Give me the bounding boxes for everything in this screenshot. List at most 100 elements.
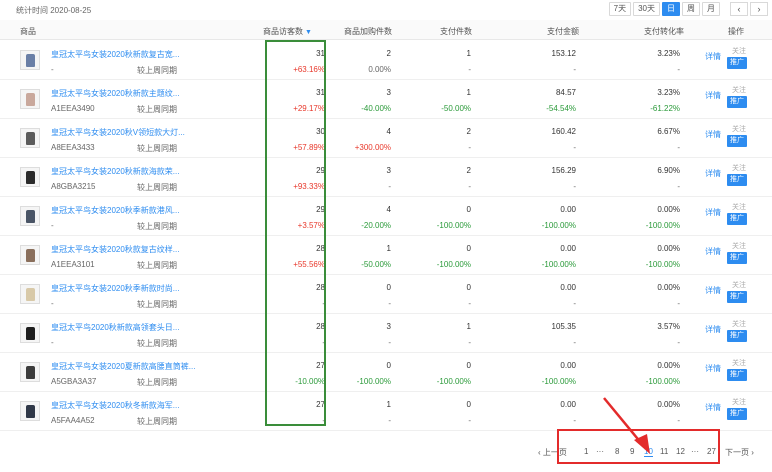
page-12[interactable]: 12 (676, 447, 685, 456)
compare-label: 较上周同期 (137, 183, 177, 192)
page-9[interactable]: 9 (630, 447, 634, 456)
cell-visitors-change: +55.56% (293, 260, 325, 269)
detail-link[interactable]: 详情 (705, 51, 721, 62)
range-day-button[interactable]: 日 (662, 2, 680, 16)
detail-link[interactable]: 详情 (705, 285, 721, 296)
follow-link[interactable]: 关注 (732, 85, 746, 95)
page-ellipsis-right[interactable]: ··· (691, 447, 699, 456)
page-8[interactable]: 8 (615, 447, 619, 456)
chevron-right-icon[interactable]: › (750, 2, 768, 16)
cell-conversion: 3.57% (657, 322, 680, 331)
follow-link[interactable]: 关注 (732, 46, 746, 56)
col-cart[interactable]: 商品加购件数 (344, 26, 392, 37)
table-row: 皇冠太平鸟女装2020夏新款高腰直筒裤... A5GBA3A37 较上周同期 27… (0, 353, 772, 392)
product-thumbnail[interactable] (20, 284, 40, 304)
product-title-link[interactable]: 皇冠太平鸟2020秋新款高领套头日... (51, 322, 179, 333)
col-pay-amount[interactable]: 支付金额 (547, 26, 579, 37)
product-code: A8GBA3215 (51, 182, 96, 191)
product-title-link[interactable]: 皇冠太平鸟女装2020秋款复古纹样... (51, 244, 179, 255)
promote-button[interactable]: 推广 (727, 213, 747, 225)
compare-label: 较上周同期 (137, 378, 177, 387)
product-thumbnail[interactable] (20, 89, 40, 109)
stat-time: 统计时间 2020-08-25 (16, 6, 92, 15)
chevron-left-icon[interactable]: ‹ (730, 2, 748, 16)
promote-button[interactable]: 推广 (727, 135, 747, 147)
product-title-link[interactable]: 皇冠太平鸟女装2020秋冬新款海军... (51, 400, 179, 411)
col-visitors[interactable]: 商品访客数 ▼ (263, 26, 312, 37)
follow-link[interactable]: 关注 (732, 202, 746, 212)
cell-pay-amount-change: -54.54% (546, 104, 576, 113)
follow-link[interactable]: 关注 (732, 163, 746, 173)
page-1[interactable]: 1 (584, 447, 588, 456)
product-thumbnail[interactable] (20, 167, 40, 187)
follow-link[interactable]: 关注 (732, 358, 746, 368)
detail-link[interactable]: 详情 (705, 324, 721, 335)
follow-link[interactable]: 关注 (732, 397, 746, 407)
product-thumbnail[interactable] (20, 362, 40, 382)
next-page-button[interactable]: 下一页 › (725, 447, 754, 458)
promote-button[interactable]: 推广 (727, 252, 747, 264)
cell-pay-count-change: - (468, 299, 471, 308)
product-title-link[interactable]: 皇冠太平鸟女装2020秋新款海款荣... (51, 166, 179, 177)
follow-link[interactable]: 关注 (732, 319, 746, 329)
product-title-link[interactable]: 皇冠太平鸟女装2020秋季新款时尚... (51, 283, 179, 294)
cell-pay-amount-change: - (573, 65, 576, 74)
table-row: 皇冠太平鸟女装2020秋新款主题纹... A1EEA3490 较上周同期 31 +2… (0, 80, 772, 119)
product-title-link[interactable]: 皇冠太平鸟女装2020夏新款高腰直筒裤... (51, 361, 195, 372)
cell-visitors-change: -10.00% (295, 377, 325, 386)
product-thumbnail[interactable] (20, 245, 40, 265)
detail-link[interactable]: 详情 (705, 402, 721, 413)
range-month-button[interactable]: 月 (702, 2, 720, 16)
product-title-link[interactable]: 皇冠太平鸟女装2020秋新款主题纹... (51, 88, 179, 99)
prev-page-button[interactable]: ‹ 上一页 (538, 447, 567, 458)
cell-pay-amount: 0.00 (560, 361, 576, 370)
cell-pay-count: 1 (466, 322, 471, 331)
product-thumbnail[interactable] (20, 128, 40, 148)
page-ellipsis-left[interactable]: ··· (596, 447, 604, 456)
follow-link[interactable]: 关注 (732, 241, 746, 251)
garment-icon (26, 366, 35, 379)
product-title-link[interactable]: 皇冠太平鸟女装2020秋新款复古宽... (51, 49, 179, 60)
detail-link[interactable]: 详情 (705, 90, 721, 101)
cell-cart-change: -100.00% (356, 377, 391, 386)
detail-link[interactable]: 详情 (705, 363, 721, 374)
product-thumbnail[interactable] (20, 206, 40, 226)
promote-button[interactable]: 推广 (727, 96, 747, 108)
range-7d-button[interactable]: 7天 (608, 2, 632, 16)
detail-link[interactable]: 详情 (705, 129, 721, 140)
product-thumbnail[interactable] (20, 323, 40, 343)
follow-link[interactable]: 关注 (732, 280, 746, 290)
sort-down-icon[interactable]: ▼ (305, 29, 312, 36)
promote-button[interactable]: 推广 (727, 57, 747, 69)
follow-link[interactable]: 关注 (732, 124, 746, 134)
cell-pay-amount: 160.42 (551, 127, 576, 136)
compare-label: 较上周同期 (137, 261, 177, 270)
col-pay-count[interactable]: 支付件数 (440, 26, 472, 37)
product-title-link[interactable]: 皇冠太平鸟女装2020秋季新款港风... (51, 205, 179, 216)
detail-link[interactable]: 详情 (705, 168, 721, 179)
col-conversion[interactable]: 支付转化率 (644, 26, 684, 37)
cell-visitors-change: +93.33% (293, 182, 325, 191)
compare-label: 较上周同期 (137, 300, 177, 309)
garment-icon (26, 288, 35, 301)
cell-pay-amount-change: - (573, 299, 576, 308)
promote-button[interactable]: 推广 (727, 369, 747, 381)
product-thumbnail[interactable] (20, 401, 40, 421)
detail-link[interactable]: 详情 (705, 207, 721, 218)
page-10-current[interactable]: 10 (644, 447, 653, 457)
page-27[interactable]: 27 (707, 447, 716, 456)
promote-button[interactable]: 推广 (727, 174, 747, 186)
detail-link[interactable]: 详情 (705, 246, 721, 257)
cell-visitors: 29 (316, 166, 325, 175)
range-week-button[interactable]: 周 (682, 2, 700, 16)
promote-button[interactable]: 推广 (727, 408, 747, 420)
cell-visitors: 28 (316, 322, 325, 331)
page-11[interactable]: 11 (660, 447, 668, 456)
promote-button[interactable]: 推广 (727, 330, 747, 342)
cell-visitors: 28 (316, 283, 325, 292)
promote-button[interactable]: 推广 (727, 291, 747, 303)
cell-pay-count-change: - (468, 143, 471, 152)
range-30d-button[interactable]: 30天 (633, 2, 660, 16)
product-title-link[interactable]: 皇冠太平鸟女装2020秋V领短款大灯... (51, 127, 185, 138)
product-thumbnail[interactable] (20, 50, 40, 70)
